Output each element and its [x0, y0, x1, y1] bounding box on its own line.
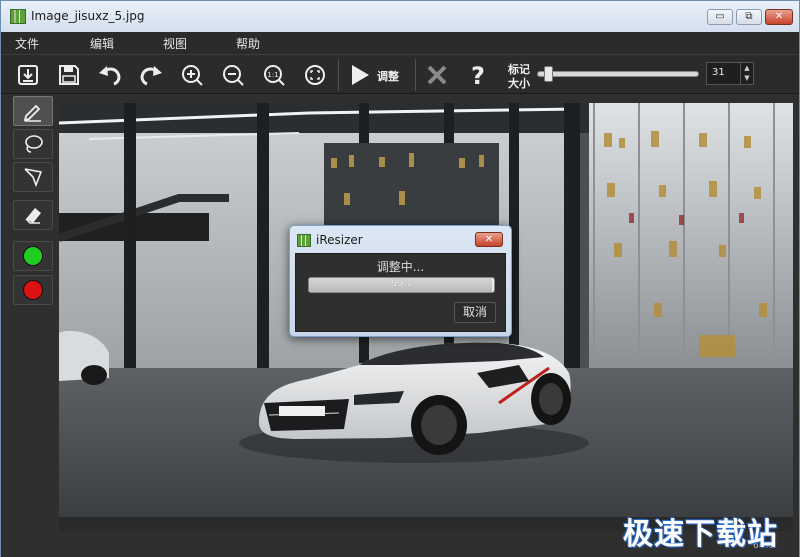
eraser-icon	[25, 208, 41, 224]
undo-icon	[99, 66, 121, 86]
dialog-app-icon	[297, 234, 311, 247]
progress-dialog: iResizer ✕ 调整中... 99% 取消	[289, 225, 512, 337]
spin-arrows[interactable]: ▲ ▼	[740, 63, 753, 84]
green-color-swatch	[23, 246, 43, 266]
title-bar: Image_jisuxz_5.jpg ▭ ⧉ ✕	[1, 1, 799, 32]
actual-size-icon: 1:1	[264, 65, 285, 86]
restore-button[interactable]: ⧉	[736, 9, 762, 25]
import-icon	[18, 65, 38, 85]
svg-text:1:1: 1:1	[267, 71, 278, 79]
app-icon	[10, 9, 26, 24]
pencil-tool-button[interactable]	[13, 96, 53, 126]
spin-down-icon[interactable]: ▼	[741, 73, 753, 83]
menu-file[interactable]: 文件	[15, 35, 39, 52]
red-color-swatch	[23, 280, 43, 300]
zoom-out-button[interactable]	[218, 60, 248, 90]
fit-screen-icon	[305, 65, 325, 85]
mark-size-slider-thumb[interactable]	[544, 66, 554, 82]
lasso-icon	[25, 135, 43, 153]
dialog-title: iResizer	[316, 233, 363, 247]
mark-size-value[interactable]: 31	[712, 67, 725, 78]
save-button[interactable]	[54, 60, 84, 90]
adjust-button[interactable]	[345, 60, 375, 90]
toolbar-separator	[338, 59, 339, 91]
pencil-icon	[23, 104, 41, 122]
help-icon: ?	[471, 62, 485, 88]
actual-size-button[interactable]: 1:1	[259, 60, 289, 90]
mark-size-spinbox[interactable]: 31 ▲ ▼	[706, 62, 754, 85]
eraser-tool-button[interactable]	[13, 200, 53, 230]
zoom-in-button[interactable]	[177, 60, 207, 90]
mark-size-label-2: 大小	[508, 77, 530, 90]
close-button[interactable]: ✕	[765, 9, 793, 25]
delete-button[interactable]	[422, 60, 452, 90]
zoom-in-icon	[182, 65, 203, 86]
redo-button[interactable]	[136, 60, 166, 90]
spin-up-icon[interactable]: ▲	[741, 63, 753, 73]
lasso-tool-button[interactable]	[13, 129, 53, 159]
svg-text:?: ?	[471, 62, 485, 88]
play-icon	[352, 65, 369, 85]
watermark: 极速下载站	[623, 517, 778, 552]
dialog-close-button[interactable]: ✕	[475, 232, 503, 247]
minimize-button[interactable]: ▭	[707, 9, 733, 25]
save-icon	[59, 65, 79, 85]
menu-edit[interactable]: 编辑	[90, 35, 114, 52]
cancel-button[interactable]: 取消	[454, 302, 496, 323]
zoom-out-icon	[223, 65, 244, 86]
undo-button[interactable]	[95, 60, 125, 90]
app-window: Image_jisuxz_5.jpg ▭ ⧉ ✕ 文件 编辑 视图 帮助 1:1…	[0, 0, 800, 557]
menu-bar: 文件 编辑 视图 帮助	[1, 32, 799, 54]
adjust-label[interactable]: 调整	[377, 68, 399, 84]
dialog-body: 调整中... 99% 取消	[295, 253, 506, 332]
green-color-button[interactable]	[13, 241, 53, 271]
window-title: Image_jisuxz_5.jpg	[31, 9, 145, 23]
polygon-lasso-icon	[24, 168, 43, 188]
menu-view[interactable]: 视图	[163, 35, 187, 52]
red-color-button[interactable]	[13, 275, 53, 305]
delete-icon	[427, 65, 447, 85]
fit-screen-button[interactable]	[300, 60, 330, 90]
polygon-lasso-tool-button[interactable]	[13, 162, 53, 192]
toolbar-separator	[415, 59, 416, 91]
progress-bar: 99%	[308, 277, 495, 293]
dialog-message: 调整中...	[376, 260, 425, 274]
progress-text: 99%	[391, 279, 412, 289]
redo-icon	[140, 66, 162, 86]
mark-size-slider[interactable]	[537, 71, 699, 77]
help-button[interactable]: ?	[463, 60, 493, 90]
tool-palette	[10, 94, 57, 308]
import-button[interactable]	[13, 60, 43, 90]
menu-help[interactable]: 帮助	[236, 35, 260, 52]
